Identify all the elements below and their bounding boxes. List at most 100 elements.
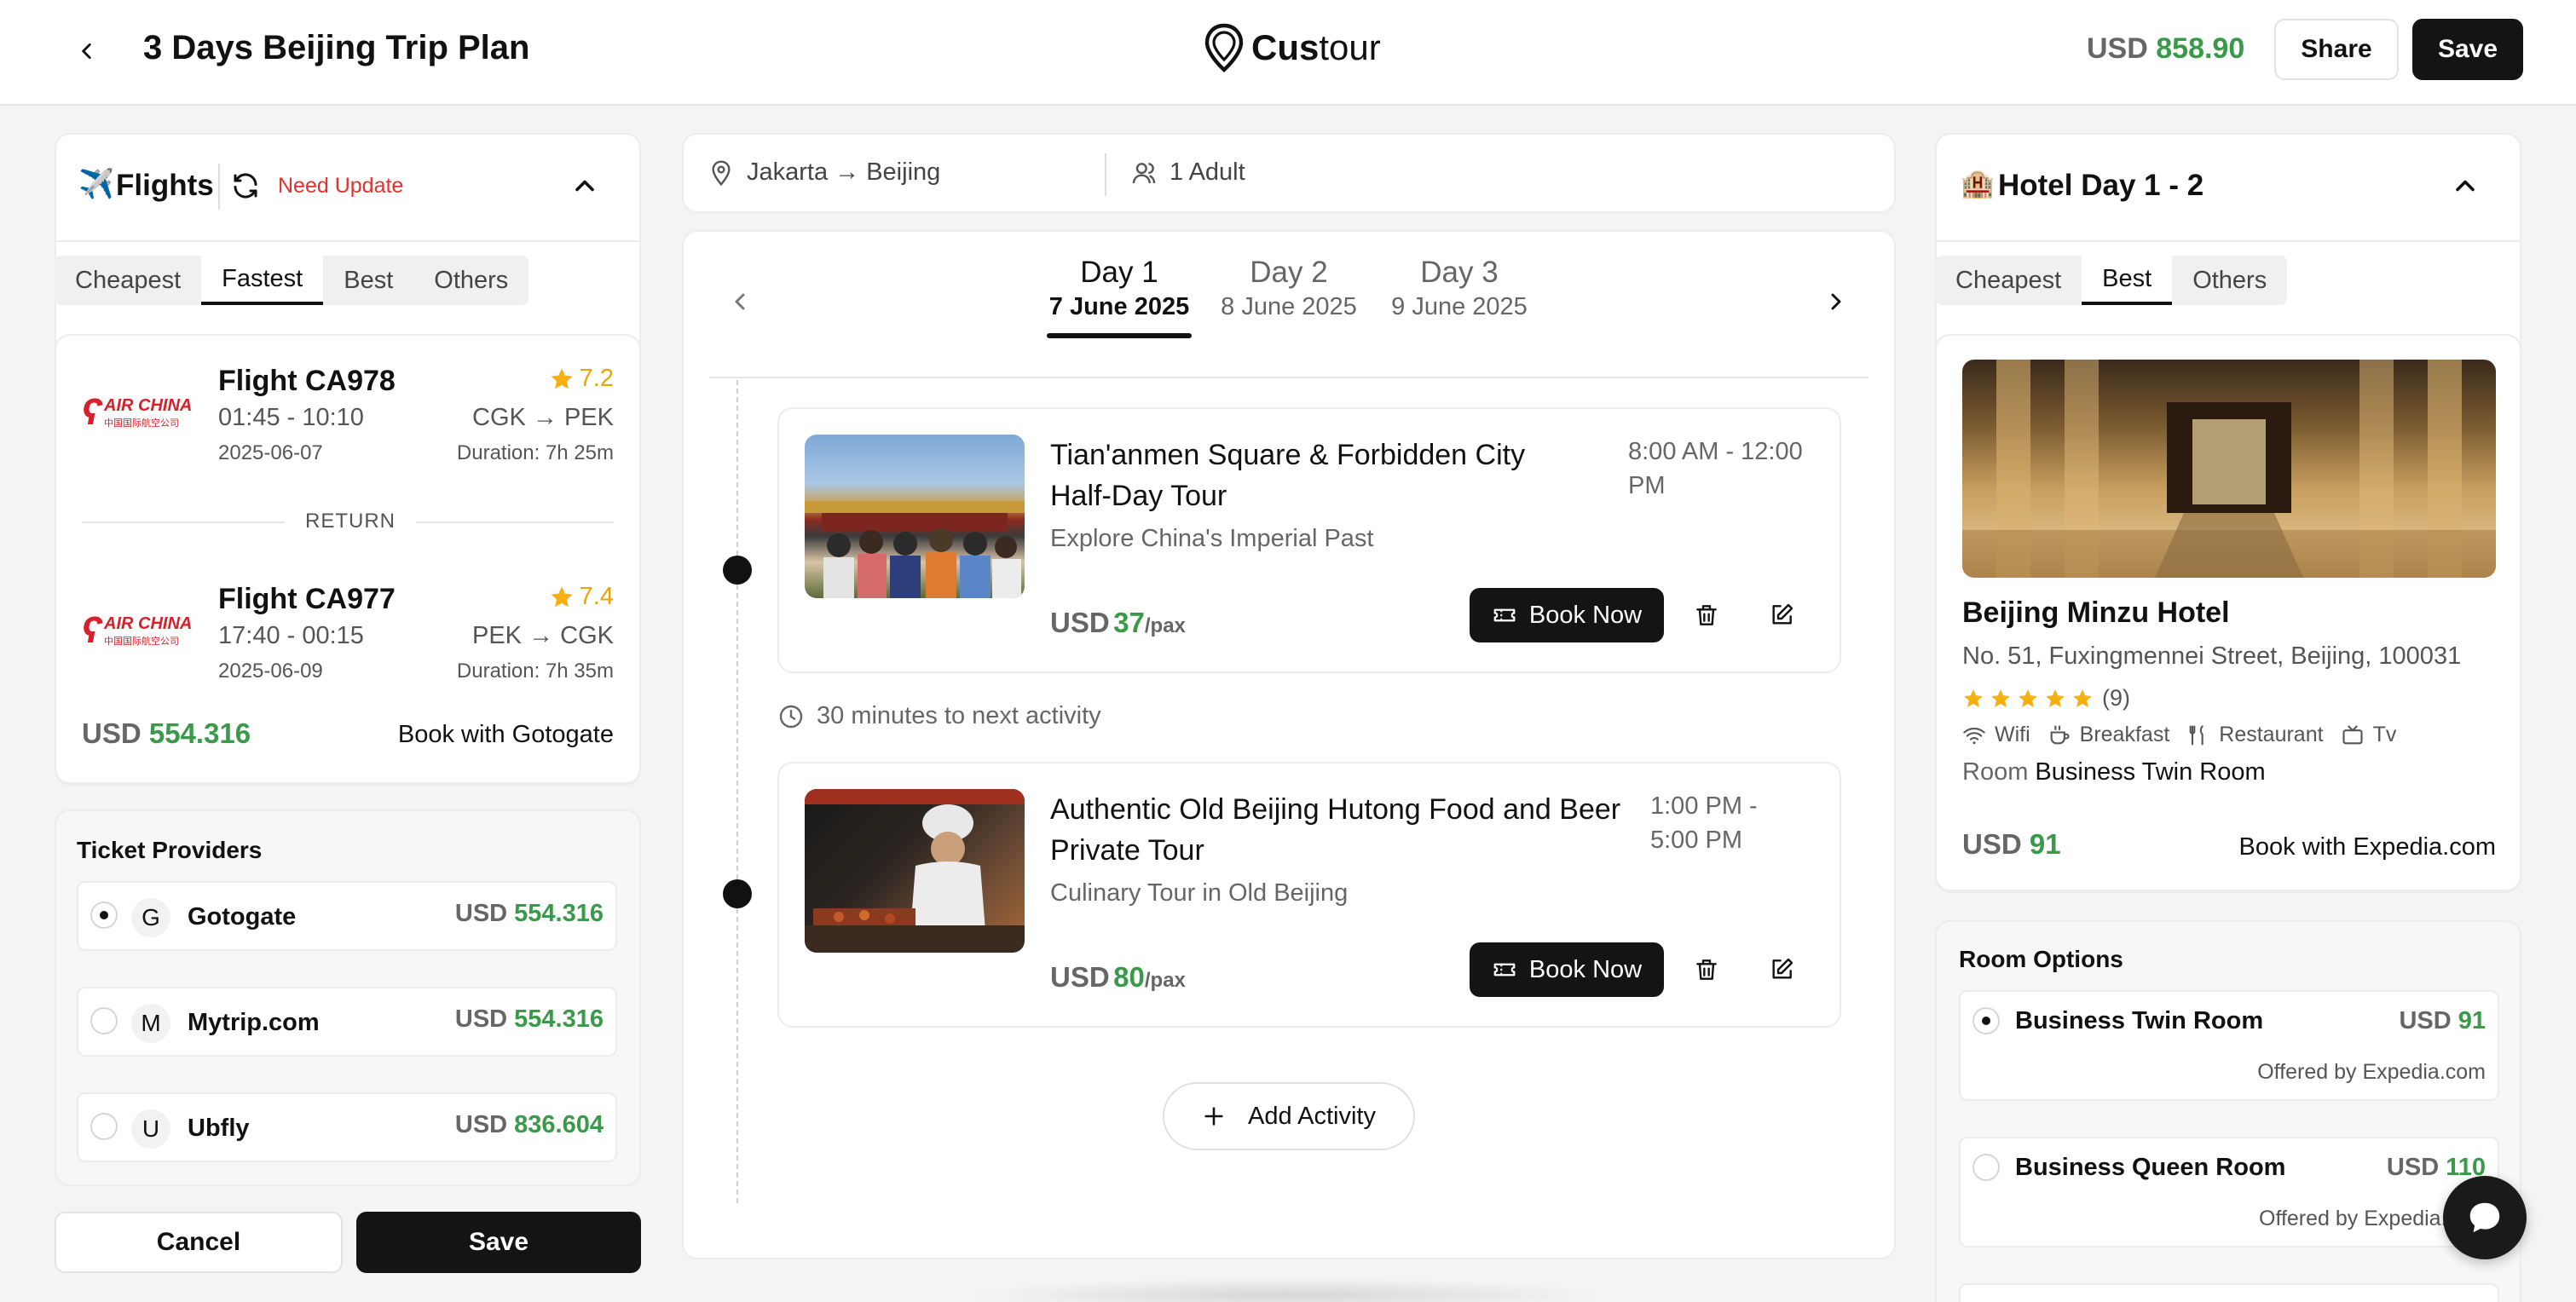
provider-radio[interactable] [90,1113,118,1140]
user-icon [1132,162,1156,183]
tab-others[interactable]: Others [413,256,528,305]
logo-text-bold: Cus [1251,27,1320,67]
ticket-icon [1493,608,1516,622]
star-icon [2073,688,2092,707]
flight-tabs: Cheapest Fastest Best Others [55,256,529,305]
activity-photo [805,789,1025,953]
top-bar: 3 Days Beijing Trip Plan Cus tour USD 858… [0,0,2576,106]
back-button[interactable] [68,32,106,70]
day-date: 8 June 2025 [1221,293,1357,320]
provider-price: USD 836.604 [455,1111,604,1139]
offered-prefix: Offered by [2259,1207,2359,1230]
chevron-up-icon [2456,180,2475,192]
collapse-flights-button[interactable] [569,170,600,201]
price-currency: USD [454,1005,508,1033]
edit-activity-button[interactable] [1768,602,1795,629]
delete-activity-button[interactable] [1693,956,1720,983]
edit-activity-button[interactable] [1768,956,1795,983]
hotel-name: Beijing Minzu Hotel [1962,596,2230,629]
tab-label: Cheapest [75,266,182,294]
route-field[interactable]: Jakarta → Beijing [708,158,940,187]
wifi-icon [1963,727,1985,744]
location-pin-icon [1204,23,1244,72]
timeline-dot [723,879,752,908]
price-value: 554.316 [514,900,604,927]
outbound-flight-date: 2025-06-07 [218,441,323,464]
outbound-rating: 7.2 [549,365,614,393]
save-button[interactable]: Save [2412,19,2523,80]
route-text: Jakarta → Beijing [747,158,941,186]
footer-save-button[interactable]: Save [356,1212,641,1273]
need-update-badge: Need Update [278,174,404,198]
star-icon [551,368,573,389]
room-option-name: Business Twin Room [2015,1007,2264,1034]
day-tabs-divider [709,377,1868,378]
tab-label: Best [344,266,394,294]
book-with-prefix: Book with [397,721,505,748]
tab-cheapest[interactable]: Cheapest [55,256,201,305]
room-name: Business Twin Room [2035,758,2266,786]
logo-text-light: tour [1319,27,1381,67]
tab-best[interactable]: Best [2082,256,2173,305]
refresh-icon [234,173,257,199]
room-option-offered: Offered by Expedia. [2259,1207,2447,1231]
tab-label: Others [2192,266,2267,294]
cancel-button[interactable]: Cancel [55,1212,343,1273]
hotel-header: 🏨 Hotel Day 1 - 2 [1935,133,2521,242]
inbound-flight-time: 17:40 - 00:15 [218,622,364,649]
price-value: 80 [1113,961,1145,993]
airline-logo-text: AIR CHINA [104,395,193,415]
provider-radio[interactable] [90,1007,118,1034]
star-icon [2019,688,2037,707]
price-currency: USD [1050,607,1110,638]
delete-activity-button[interactable] [1693,602,1720,629]
edit-icon [1772,958,1793,979]
book-now-button[interactable]: Book Now [1470,588,1664,642]
logo: Cus tour [1202,22,1381,73]
timeline-line [736,380,738,1203]
prev-day-button[interactable] [726,288,754,315]
activity-subtitle: Culinary Tour in Old Beijing [1050,879,1349,907]
refresh-button[interactable] [230,170,261,201]
activity-title-line: Authentic Old Beijing Hutong Food and Be… [1050,793,1621,826]
ticket-providers-title: Ticket Providers [77,837,263,863]
room-option[interactable] [1959,1283,2499,1302]
location-pin-icon [712,159,731,186]
day-tab-1[interactable]: Day 1 7 June 2025 [1047,256,1192,338]
chevron-right-icon [1831,293,1841,310]
provider-radio[interactable] [90,902,118,929]
book-now-button[interactable]: Book Now [1470,942,1664,997]
inbound-duration: Duration: 7h 35m [456,660,614,683]
day-tab-3[interactable]: Day 3 9 June 2025 [1384,256,1534,321]
star-icon [1964,688,1983,707]
tab-best[interactable]: Best [323,256,413,305]
travelers-field[interactable]: 1 Adult [1130,158,1245,187]
price-currency: USD [454,1111,508,1138]
day-date: 7 June 2025 [1048,293,1190,320]
tab-others[interactable]: Others [2172,256,2287,305]
tab-cheapest[interactable]: Cheapest [1935,256,2082,305]
collapse-hotel-button[interactable] [2450,170,2481,201]
outbound-route: CGK → PEK [472,404,614,431]
activity-price: USD 80/pax [1050,961,1186,994]
star-icon [551,586,573,607]
next-day-button[interactable] [1822,288,1850,315]
room-option-price: USD 91 [2399,1007,2486,1035]
inbound-rating: 7.4 [549,583,614,611]
airplane-icon: ✈️ [78,168,115,200]
airline-logo: ʕ AIR CHINA 中国国际航空公司 [82,609,193,651]
tab-fastest[interactable]: Fastest [201,256,324,305]
provider-name: Ubfly [188,1115,250,1142]
trash-icon [1696,605,1717,625]
day-tab-2[interactable]: Day 2 8 June 2025 [1214,256,1364,321]
offered-prefix: Offered by [2257,1060,2357,1084]
hotel-title: Hotel Day 1 - 2 [1998,169,2204,202]
add-activity-button[interactable]: Add Activity [1163,1082,1415,1150]
book-now-label: Book Now [1528,601,1643,629]
provider-initial: U [131,1109,170,1149]
day-label: Day 2 [1250,256,1328,289]
chat-button[interactable] [2443,1176,2527,1259]
share-button[interactable]: Share [2274,19,2399,80]
room-radio[interactable] [1972,1007,2000,1034]
room-radio[interactable] [1972,1154,2000,1181]
